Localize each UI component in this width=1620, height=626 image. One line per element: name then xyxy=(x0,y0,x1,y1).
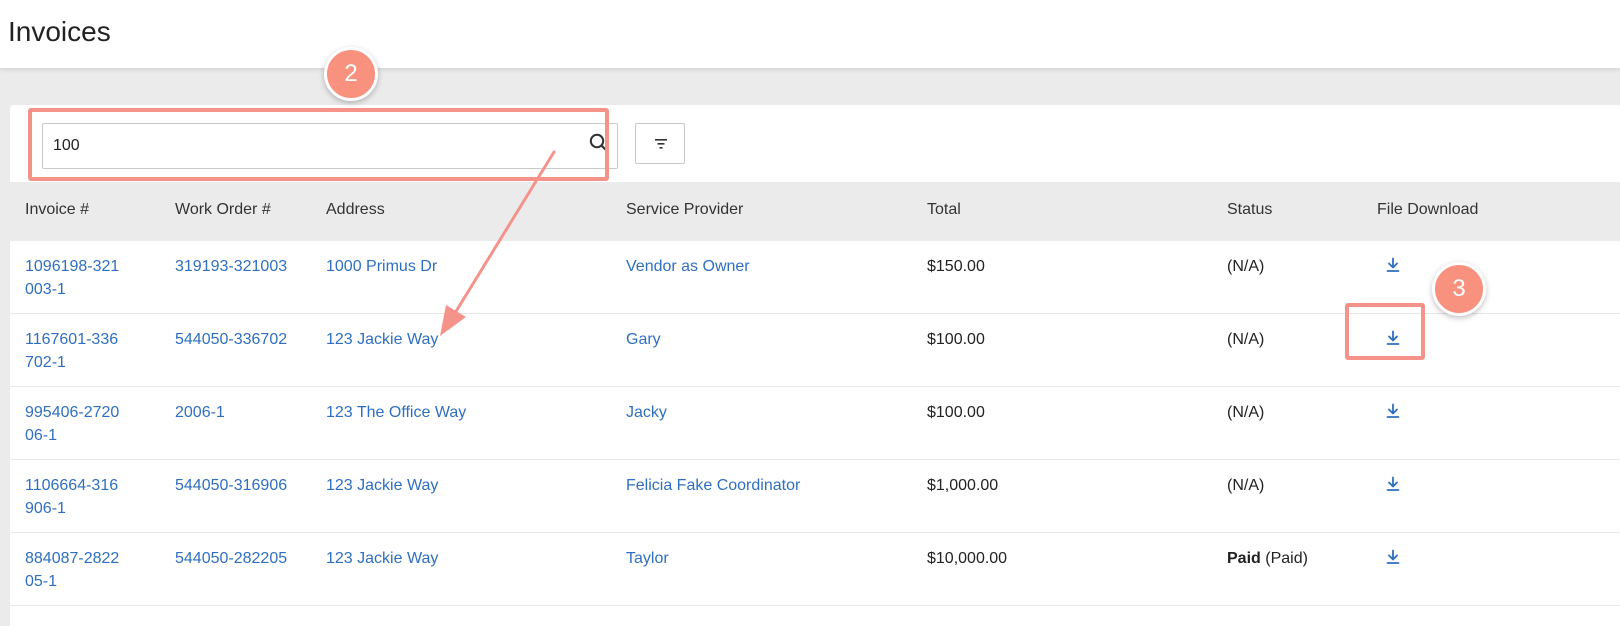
total-value: $1,000.00 xyxy=(927,477,999,494)
annotation-step-3-badge: 3 xyxy=(1432,262,1486,316)
address-link[interactable]: 123 Jackie Way xyxy=(326,547,438,570)
address-link[interactable]: 123 The Office Way xyxy=(326,401,466,424)
search-box xyxy=(42,123,618,169)
total-value: $100.00 xyxy=(927,331,985,348)
status-text: (N/A) xyxy=(1227,404,1265,421)
service-provider-link[interactable]: Gary xyxy=(626,328,661,351)
column-header-invoice[interactable]: Invoice # xyxy=(25,201,89,219)
filter-icon xyxy=(655,139,667,149)
status-bold: Paid xyxy=(1227,550,1261,567)
table-header: Invoice # Work Order # Address Service P… xyxy=(10,182,1620,241)
address-link[interactable]: 123 Jackie Way xyxy=(326,474,438,497)
table-row: 1167601-336702-1 544050-336702 123 Jacki… xyxy=(10,314,1620,387)
work-order-link[interactable]: 544050-336702 xyxy=(175,328,287,351)
status-text: (Paid) xyxy=(1265,550,1308,567)
table-row: 1106664-316906-1 544050-316906 123 Jacki… xyxy=(10,460,1620,533)
download-icon[interactable] xyxy=(1385,257,1401,273)
work-order-link[interactable]: 319193-321003 xyxy=(175,255,287,278)
annotation-step-2-badge: 2 xyxy=(324,47,378,101)
invoices-panel: Invoice # Work Order # Address Service P… xyxy=(10,105,1620,626)
status-value: Paid (Paid) xyxy=(1227,547,1308,570)
column-header-work-order[interactable]: Work Order # xyxy=(175,201,271,219)
work-order-link[interactable]: 544050-316906 xyxy=(175,474,287,497)
search-icon[interactable] xyxy=(587,131,611,155)
status-value: (N/A) xyxy=(1227,255,1264,278)
top-bar: Invoices xyxy=(0,0,1620,68)
total-value: $100.00 xyxy=(927,404,985,421)
page-title: Invoices xyxy=(8,16,111,47)
column-header-total[interactable]: Total xyxy=(927,201,961,219)
total-value: $150.00 xyxy=(927,258,985,275)
column-header-service-provider[interactable]: Service Provider xyxy=(626,201,743,219)
download-icon[interactable] xyxy=(1385,330,1401,346)
column-header-file-download: File Download xyxy=(1377,201,1479,218)
total-value: $10,000.00 xyxy=(927,550,1008,567)
status-value: (N/A) xyxy=(1227,474,1264,497)
service-provider-link[interactable]: Felicia Fake Coordinator xyxy=(626,474,800,497)
status-text: (N/A) xyxy=(1227,477,1265,494)
invoice-link[interactable]: 1106664-316906-1 xyxy=(25,474,125,520)
service-provider-link[interactable]: Vendor as Owner xyxy=(626,255,750,278)
address-link[interactable]: 123 Jackie Way xyxy=(326,328,438,351)
invoice-link[interactable]: 1167601-336702-1 xyxy=(25,328,125,374)
search-input[interactable] xyxy=(53,124,563,168)
status-text: (N/A) xyxy=(1227,331,1265,348)
filter-button[interactable] xyxy=(635,123,685,164)
service-provider-link[interactable]: Jacky xyxy=(626,401,667,424)
table-row: 884087-282205-1 544050-282205 123 Jackie… xyxy=(10,533,1620,606)
download-icon[interactable] xyxy=(1385,403,1401,419)
table-row: 995406-272006-1 2006-1 123 The Office Wa… xyxy=(10,387,1620,460)
work-order-link[interactable]: 2006-1 xyxy=(175,401,225,424)
address-link[interactable]: 1000 Primus Dr xyxy=(326,255,437,278)
service-provider-link[interactable]: Taylor xyxy=(626,547,669,570)
invoice-link[interactable]: 1096198-321003-1 xyxy=(25,255,125,301)
status-value: (N/A) xyxy=(1227,328,1264,351)
download-icon[interactable] xyxy=(1385,476,1401,492)
column-header-status[interactable]: Status xyxy=(1227,201,1272,219)
download-icon[interactable] xyxy=(1385,549,1401,565)
column-header-address[interactable]: Address xyxy=(326,201,385,219)
status-text: (N/A) xyxy=(1227,258,1265,275)
table-row: 1096198-321003-1 319193-321003 1000 Prim… xyxy=(10,241,1620,314)
status-value: (N/A) xyxy=(1227,401,1264,424)
work-order-link[interactable]: 544050-282205 xyxy=(175,547,287,570)
invoice-link[interactable]: 884087-282205-1 xyxy=(25,547,125,593)
invoice-link[interactable]: 995406-272006-1 xyxy=(25,401,125,447)
